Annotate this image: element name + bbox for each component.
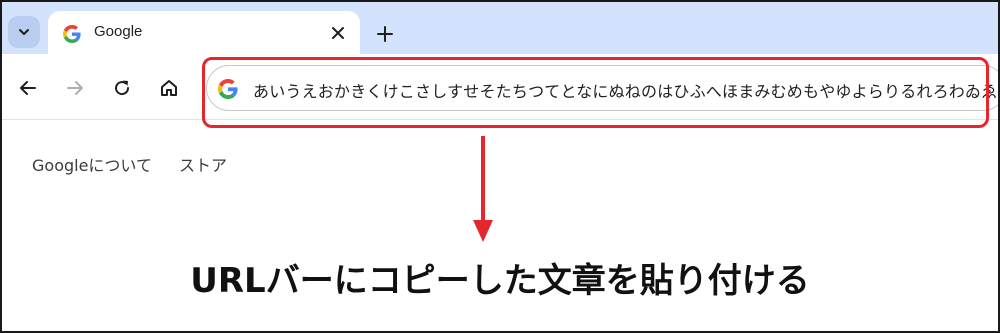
google-icon (218, 79, 238, 99)
tab-google[interactable]: Google (48, 11, 360, 54)
tab-search-button[interactable] (8, 16, 40, 48)
reload-icon (115, 80, 130, 96)
arrow-left-icon (20, 81, 36, 95)
home-icon (161, 80, 177, 96)
page-links: Googleについて ストア (32, 152, 249, 176)
new-tab-button[interactable] (372, 21, 398, 47)
tab-strip: Google (2, 2, 998, 54)
arrow-down-line (481, 136, 485, 222)
arrow-down-icon (473, 220, 493, 242)
plus-icon (377, 26, 393, 42)
arrow-right-icon (67, 81, 83, 95)
home-button[interactable] (157, 76, 181, 100)
toolbar: あいうえおかきくけこさしすせそたちつてとなにぬねのはひふへほまみむめもやゆよらり… (2, 54, 998, 120)
url-bar[interactable]: あいうえおかきくけこさしすせそたちつてとなにぬねのはひふへほまみむめもやゆよらり… (206, 65, 998, 111)
google-icon (63, 25, 81, 43)
instruction-caption: URLバーにコピーした文章を貼り付ける (190, 261, 810, 301)
chevron-down-icon (19, 29, 29, 35)
link-store[interactable]: ストア (179, 156, 227, 175)
back-button[interactable] (16, 76, 40, 100)
url-text[interactable]: あいうえおかきくけこさしすせそたちつてとなにぬねのはひふへほまみむめもやゆよらり… (253, 78, 998, 102)
tab-close-button[interactable] (328, 23, 348, 43)
reload-button[interactable] (110, 76, 134, 100)
forward-button[interactable] (63, 76, 87, 100)
link-about-google[interactable]: Googleについて (32, 156, 152, 175)
tab-title: Google (94, 23, 143, 40)
screenshot-frame: Google あいうえおかきくけこさしすせそたちつてとなにぬねのはひふへほまみむ… (0, 0, 1000, 333)
close-icon (332, 27, 344, 39)
